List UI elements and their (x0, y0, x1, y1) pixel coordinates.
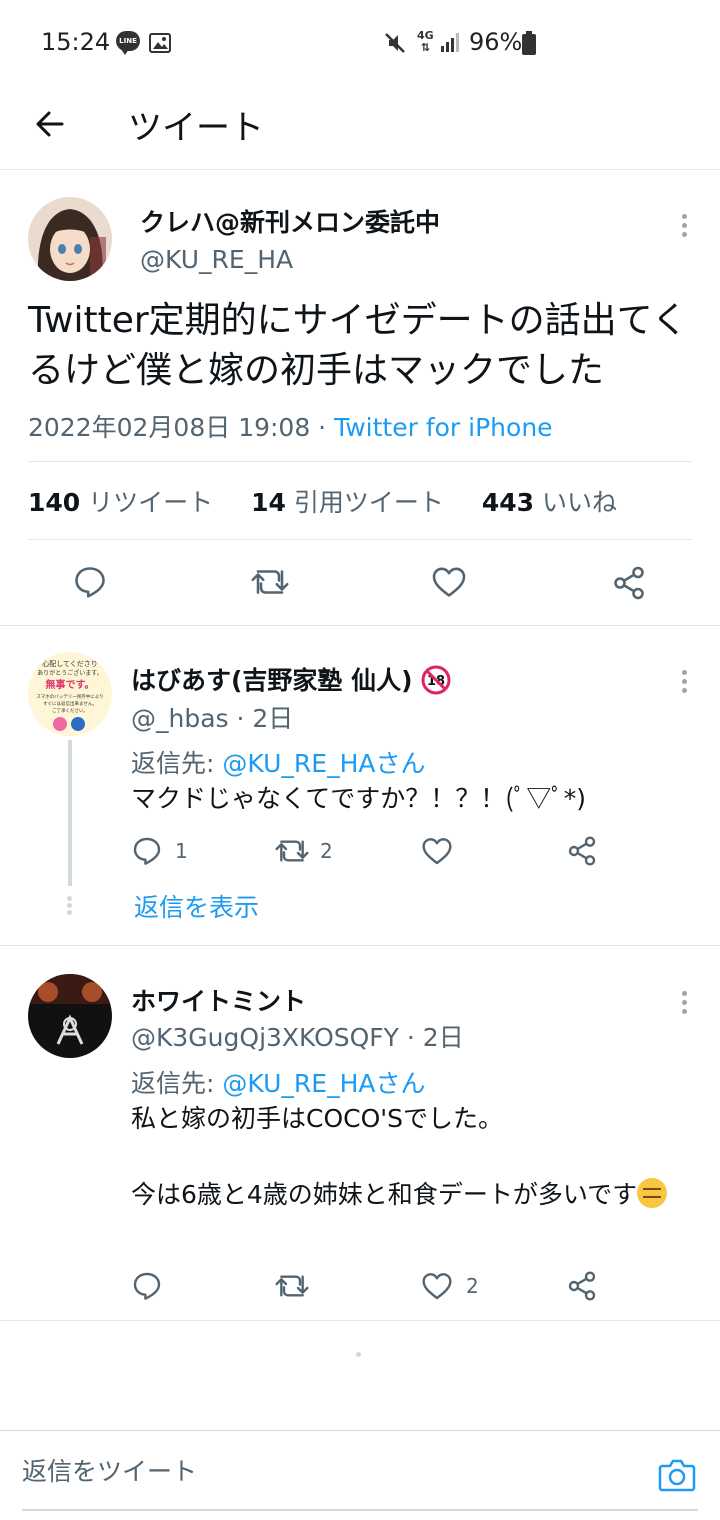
line-icon: LINE (116, 31, 140, 55)
like-icon[interactable] (431, 565, 467, 599)
tweet-stats: 140 リツイート 14 引用ツイート 443 いいね (28, 483, 647, 519)
tweet-datetime: 2022年02月08日 19:08 · (28, 413, 335, 442)
retweet-stat[interactable]: 140 リツイート (28, 488, 243, 517)
reply-text-line: 私と嫁の初手はCOCO'Sでした。 (131, 1104, 504, 1133)
share-icon[interactable] (611, 565, 647, 601)
section-divider (0, 945, 720, 946)
divider (28, 461, 692, 462)
thread-line (68, 740, 72, 886)
retweet-icon[interactable] (274, 1270, 310, 1302)
divider (28, 539, 692, 540)
reply-avatar[interactable] (28, 974, 112, 1058)
reply-avatar[interactable]: 心配してくださり ありがとうございます。 無事です。 スマホのバッテリー残存中に… (28, 652, 112, 736)
back-arrow-icon[interactable] (30, 104, 70, 144)
retweet-count: 2 (320, 839, 333, 863)
like-count: 443 (481, 488, 535, 517)
like-icon[interactable] (421, 1271, 453, 1301)
quote-label: 引用ツイート (293, 488, 444, 517)
reply-to-prefix: 返信先: (131, 1069, 223, 1098)
like-count: 2 (466, 1274, 479, 1298)
show-replies-link[interactable]: 返信を表示 (134, 888, 259, 924)
like-label: いいね (541, 488, 617, 517)
reply-to: 返信先: @KU_RE_HAさん (131, 1064, 425, 1100)
section-divider (0, 1320, 720, 1321)
like-icon[interactable] (421, 836, 453, 866)
avatar-text-line: すぐには返信出来ません。 (43, 700, 97, 707)
age-restricted-badge: 18 (421, 665, 451, 695)
status-bar: 15:24 LINE 4G ⇅ 96% (0, 0, 720, 86)
share-icon[interactable] (566, 1270, 598, 1302)
reply-handle[interactable]: @_hbas · 2日 (131, 699, 293, 735)
reply-icon[interactable] (131, 835, 163, 867)
compose-underline (22, 1509, 698, 1511)
battery-icon (522, 31, 536, 55)
reply-compose-bar (0, 1430, 720, 1520)
reply-author-name[interactable]: ホワイトミント (131, 982, 306, 1018)
loading-indicator (356, 1352, 361, 1357)
tweet-text: Twitter定期的にサイゼデートの話出てくるけど僕と嫁の初手はマックでした (28, 300, 688, 391)
reply-author-name[interactable]: はびあす(吉野家塾 仙人) 18 (131, 661, 451, 697)
reply-to-mention[interactable]: @KU_RE_HAさん (222, 749, 425, 778)
avatar-text-line: 無事です。 (46, 678, 95, 691)
reply-compose-input[interactable] (22, 1457, 642, 1486)
quote-count: 14 (251, 488, 286, 517)
more-options-icon[interactable] (680, 991, 688, 1019)
like-stat[interactable]: 443 いいね (482, 488, 647, 517)
reply-to: 返信先: @KU_RE_HAさん (131, 744, 425, 780)
reply-icon[interactable] (72, 564, 108, 600)
reply-author-name-text: はびあす(吉野家塾 仙人) (131, 666, 413, 695)
avatar-text-line: スマホのバッテリー残存中により (36, 693, 103, 700)
retweet-icon[interactable] (250, 564, 290, 600)
retweet-count: 140 (28, 488, 81, 517)
author-name[interactable]: クレハ@新刊メロン委託中 (140, 203, 440, 239)
tweet-meta: 2022年02月08日 19:08 · Twitter for iPhone (28, 408, 553, 444)
avatar-text-line: ありがとうございます。 (37, 669, 102, 677)
signal-icon (441, 33, 459, 52)
expressionless-face-icon (637, 1178, 668, 1208)
more-options-icon[interactable] (680, 214, 688, 242)
reply-handle[interactable]: @K3GugQj3XKOSQFY · 2日 (131, 1018, 464, 1054)
reply-to-prefix: 返信先: (131, 749, 223, 778)
author-handle[interactable]: @KU_RE_HA (140, 245, 293, 274)
more-options-icon[interactable] (680, 670, 688, 698)
reply-text: 私と嫁の初手はCOCO'Sでした。 今は6歳と4歳の姉妹と和食デートが多いです (131, 1100, 691, 1214)
app-header: ツイート (0, 86, 720, 170)
avatar-text-line: 心配してくださり (42, 660, 98, 668)
avatar-text-line: ご了承ください。 (52, 707, 88, 714)
camera-icon[interactable] (658, 1457, 696, 1493)
image-icon (149, 33, 171, 53)
reply-text-line: 今は6歳と4歳の姉妹と和食デートが多いです (131, 1180, 638, 1209)
status-time: 15:24 (41, 28, 111, 56)
reply-icon[interactable] (131, 1270, 163, 1302)
reply-count: 1 (175, 839, 188, 863)
reply-text: マクドじゃなくてですか？！？！(ﾟ▽ﾟ*) (131, 784, 586, 813)
retweet-label: リツイート (88, 488, 214, 517)
network-type: 4G ⇅ (417, 29, 434, 54)
author-avatar[interactable] (28, 197, 112, 281)
section-divider (0, 625, 720, 626)
tweet-source[interactable]: Twitter for iPhone (334, 413, 552, 442)
share-icon[interactable] (566, 835, 598, 867)
mute-icon (385, 33, 405, 53)
retweet-icon[interactable] (274, 835, 310, 867)
page-title: ツイート (128, 108, 264, 148)
quote-stat[interactable]: 14 引用ツイート (251, 488, 474, 517)
reply-to-mention[interactable]: @KU_RE_HAさん (222, 1069, 425, 1098)
battery-level: 96% (469, 28, 523, 56)
